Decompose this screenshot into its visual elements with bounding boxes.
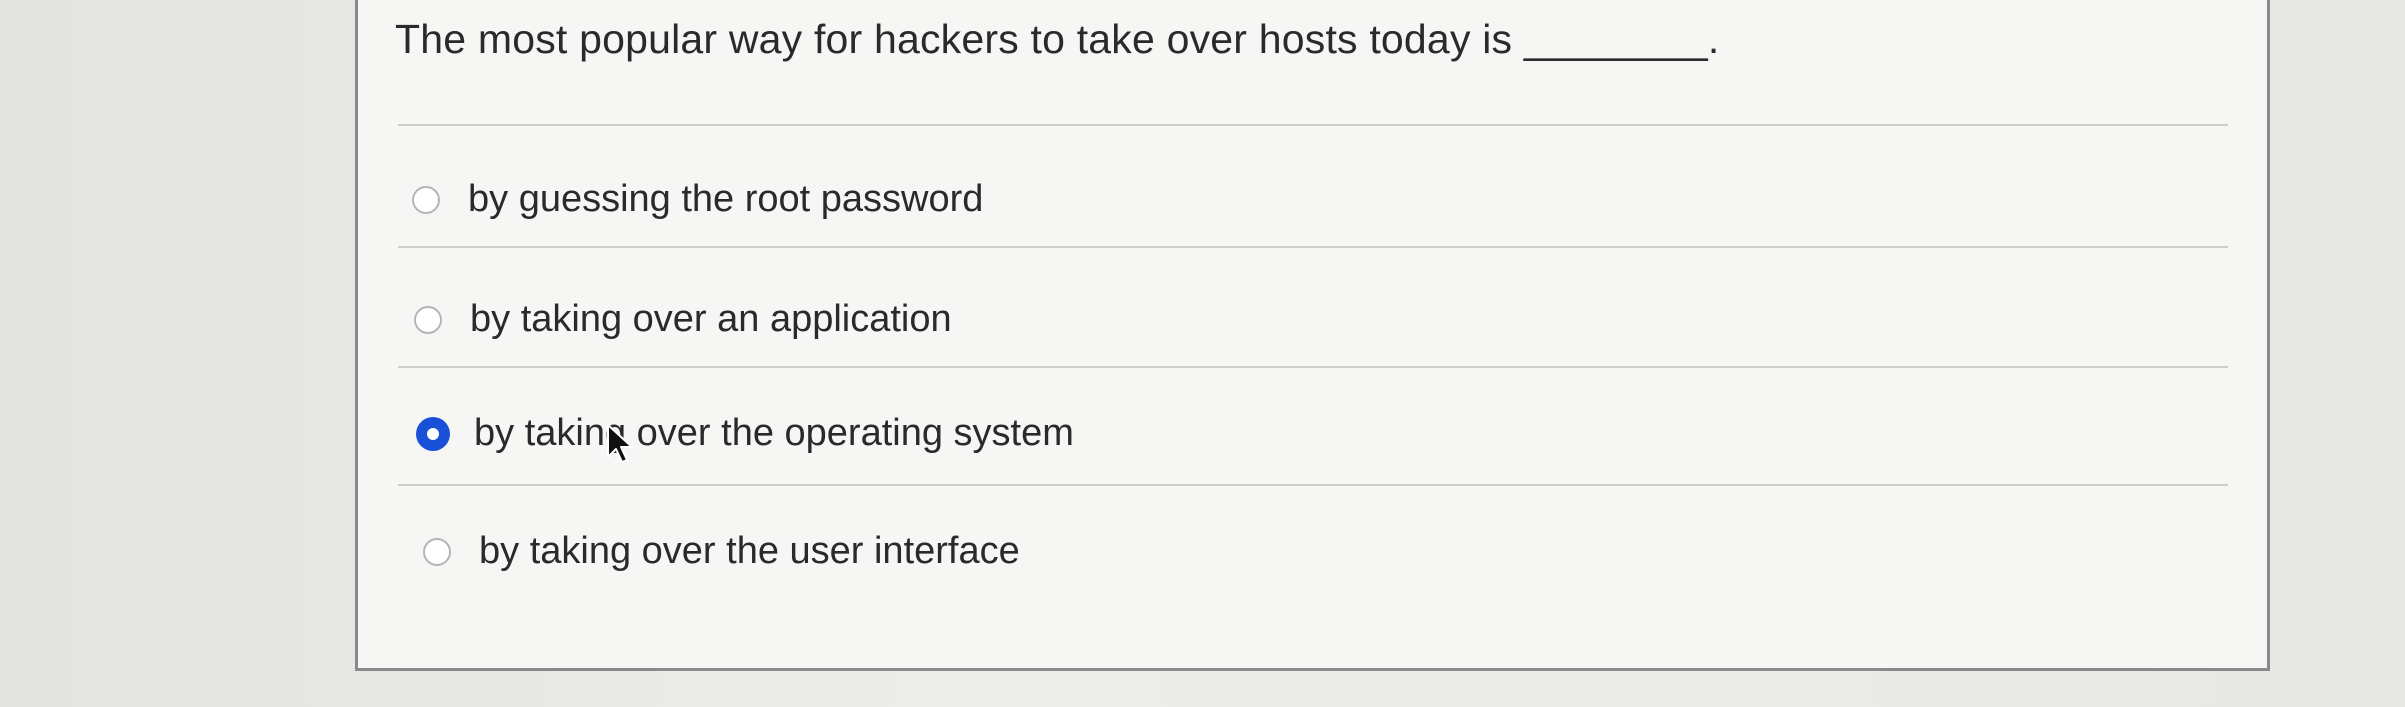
- answer-label: by taking over the operating system: [474, 412, 1074, 454]
- radio-button-unselected[interactable]: [423, 537, 451, 566]
- question-card: The most popular way for hackers to take…: [355, 0, 2270, 671]
- radio-button-unselected[interactable]: [412, 185, 440, 214]
- answer-option-2[interactable]: by taking over an application: [414, 298, 952, 341]
- divider: [398, 366, 2228, 368]
- radio-button-selected[interactable]: [416, 416, 450, 451]
- mouse-cursor-icon: [607, 424, 633, 463]
- divider: [398, 484, 2228, 486]
- divider: [398, 124, 2228, 126]
- answer-label: by taking over an application: [470, 298, 952, 340]
- radio-button-unselected[interactable]: [414, 305, 442, 334]
- answer-option-3[interactable]: by taking over the operating system: [416, 412, 1074, 455]
- answer-option-1[interactable]: by guessing the root password: [412, 178, 983, 221]
- answer-option-4[interactable]: by taking over the user interface: [423, 530, 1020, 573]
- question-text: The most popular way for hackers to take…: [395, 16, 1720, 62]
- divider: [398, 246, 2228, 248]
- answer-label: by taking over the user interface: [479, 530, 1020, 572]
- answer-label: by guessing the root password: [468, 178, 984, 220]
